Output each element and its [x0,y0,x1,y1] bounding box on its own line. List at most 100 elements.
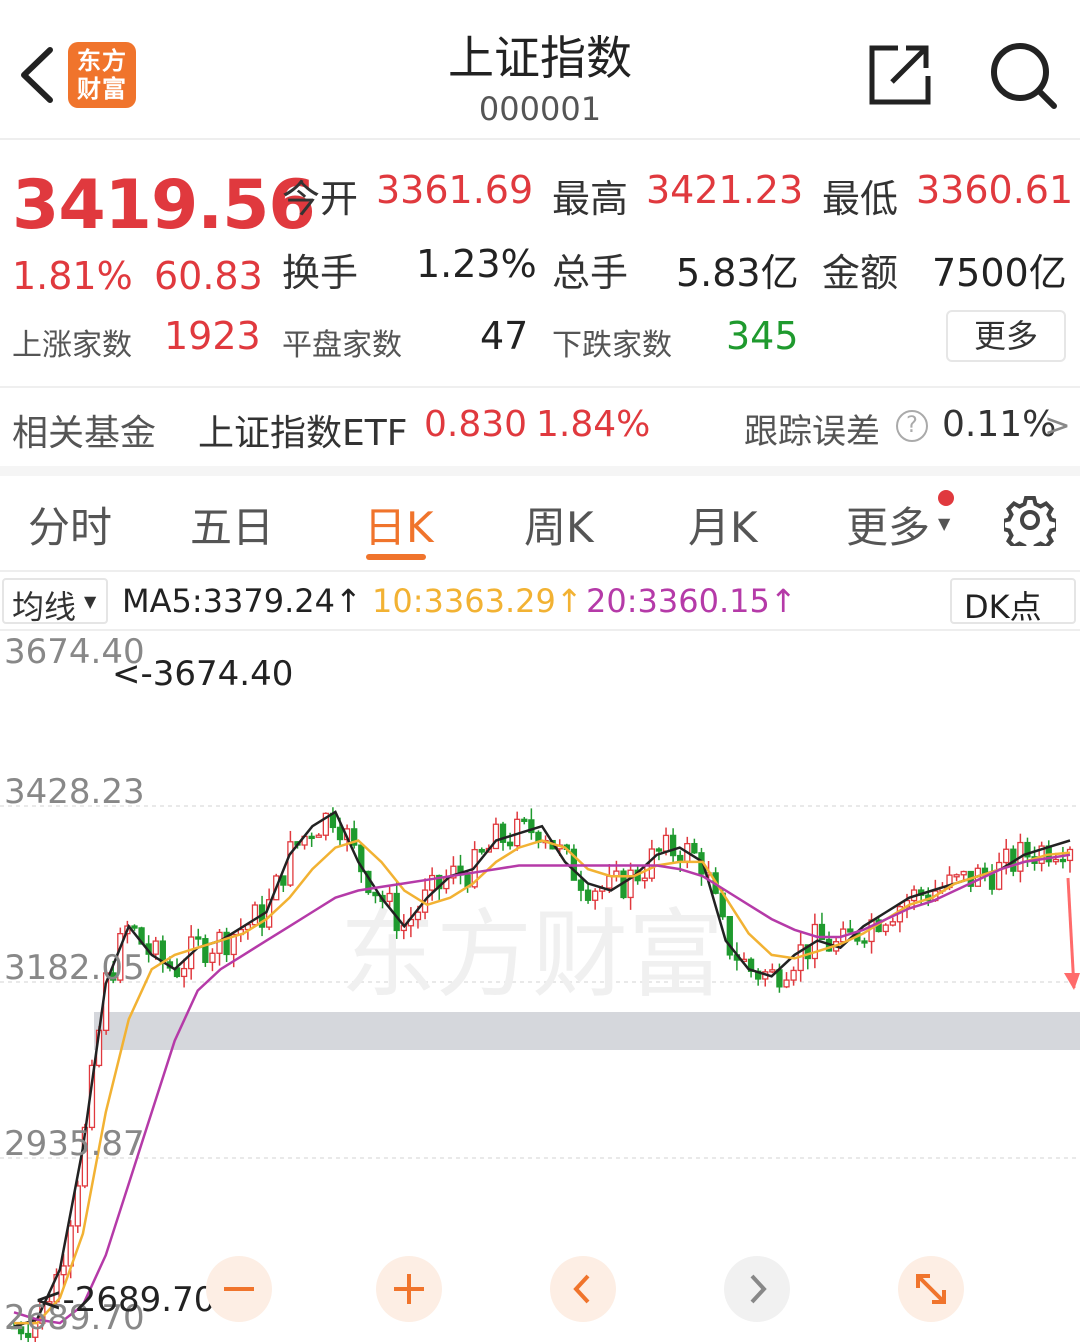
candle-body [336,826,344,841]
fullscreen-button[interactable] [898,1256,964,1322]
candle-body [1003,848,1010,864]
share-icon[interactable] [868,42,932,106]
candle-body [776,969,783,988]
high-label: 最高 [552,177,629,221]
candle-body [521,818,528,822]
related-fund-label: 相关基金 [12,413,157,454]
max-price-annotation: <-3674.40 [112,654,294,694]
notification-dot [938,490,954,506]
candle-body [627,869,634,899]
more-quote-button[interactable]: 更多 [946,310,1066,362]
candle-body [882,924,889,933]
flat-count-value: 47 [480,314,529,358]
kline-chart-svg: 东方财富 [0,629,1080,1342]
candle-body [195,936,202,940]
volume-label: 总手 [552,251,629,295]
candle-body [592,890,599,901]
tab-five-day[interactable]: 五日 [190,494,274,555]
candle-body [960,870,967,876]
tab-weekly-k[interactable]: 周K [524,494,594,555]
chevron-right-icon[interactable]: > [1044,406,1071,444]
ma-selector-label: 均线 [12,588,77,626]
down-count-value: 345 [726,314,799,358]
tab-intraday[interactable]: 分时 [28,494,112,555]
candle-body [584,889,592,901]
zoom-in-button[interactable] [376,1256,442,1322]
tracking-error-label: 跟踪误差 [744,412,880,452]
dropdown-triangle-icon: ▼ [84,592,97,611]
y-tick-label: 2935.87 [4,1124,145,1164]
volume-value: 5.83亿 [676,251,799,295]
candle-body [847,928,854,933]
zoom-out-icon [224,1287,254,1291]
candle-body [74,1185,81,1227]
dropdown-triangle-icon: ▼ [938,514,951,533]
tab-monthly-k[interactable]: 月K [688,494,758,555]
candle-body [152,940,159,955]
y-tick-label: 3182.05 [4,948,145,988]
candle-body [202,938,209,963]
candle-body [287,841,294,886]
fund-name: 上证指数ETF [198,413,408,454]
candle-body [988,873,996,890]
high-value: 3421.23 [646,168,804,212]
fund-price: 0.830 [424,404,528,445]
price-band [94,1012,1080,1050]
candle-body [577,879,585,891]
open-value: 3361.69 [376,168,534,212]
candle-body [648,848,656,879]
zoom-out-button[interactable] [206,1256,272,1322]
prev-icon [573,1274,590,1304]
zoom-in-icon [394,1274,424,1304]
dk-point-label: DK点 [964,588,1042,626]
candle-body [790,969,797,981]
help-icon[interactable]: ? [896,410,928,442]
candle-body [606,875,613,889]
candle-body [641,877,648,882]
y-tick-label: 3428.23 [4,772,145,812]
tab-more[interactable]: 更多 [846,494,930,555]
candle-body [662,834,670,852]
flat-count-label: 平盘家数 [282,328,402,363]
candle-body [159,940,166,963]
candle-body [315,834,322,838]
candle-body [216,931,223,954]
next-button[interactable] [724,1256,790,1322]
search-icon[interactable] [988,40,1058,110]
up-count-label: 上涨家数 [12,328,132,363]
active-tab-indicator [366,554,426,560]
candle-body [386,892,393,903]
ma20-value: 20:3360.15↑ [586,582,797,620]
min-price-annotation: <-2689.70 [34,1280,216,1320]
candle-body [131,925,138,929]
kline-chart[interactable]: 东方财富 3674.40 3428.23 3182.05 2935.87 268… [0,628,1080,1342]
next-icon [750,1274,767,1304]
candle-body [478,848,485,853]
tab-daily-k[interactable]: 日K [364,494,434,555]
ma5-line [13,810,1071,1328]
candle-body [995,861,1003,890]
candle-body [1059,858,1067,863]
candle-body [308,835,315,840]
candle-body [783,979,790,988]
candle-body [506,841,514,847]
turnover-label: 换手 [282,251,359,295]
candle-body [180,967,188,978]
top-bar: 东方 财富 上证指数 000001 [0,0,1080,140]
settings-gear-icon[interactable] [1004,494,1056,546]
down-count-label: 下跌家数 [552,328,672,363]
candle-body [393,892,400,932]
prev-button[interactable] [550,1256,616,1322]
low-value: 3360.61 [916,168,1074,212]
up-count-value: 1923 [164,314,261,358]
candle-body [669,834,677,857]
tracking-error-value: 0.11% [942,404,1057,445]
candle-body [655,848,663,852]
candle-body [769,969,776,973]
ma10-value: 10:3363.29↑ [372,582,583,620]
candle-body [889,921,896,926]
amount-value: 7500亿 [932,251,1067,295]
candle-body [691,842,698,854]
ma5-value: MA5:3379.24↑ [122,582,362,620]
candle-body [861,940,868,944]
